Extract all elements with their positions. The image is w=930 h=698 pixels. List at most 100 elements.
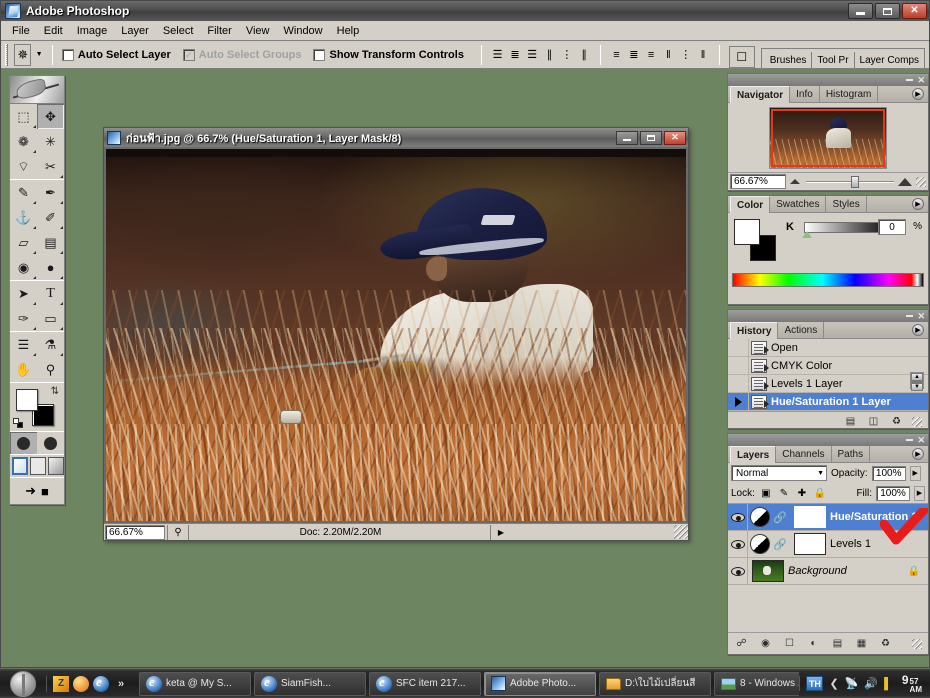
history-state-hue-saturation-1-layer[interactable]: Hue/Saturation 1 Layer [728,393,928,411]
tool-hand[interactable]: ✋ [10,357,37,382]
language-indicator[interactable]: TH [806,676,824,691]
tool-preset-dropdown[interactable]: ▼ [35,44,43,66]
layer-link-icon[interactable]: 🔗 [770,531,790,557]
menu-filter[interactable]: Filter [200,23,238,39]
quicklaunch-ie-icon[interactable] [93,674,109,692]
opacity-field[interactable]: 100% [871,465,906,481]
color-spectrum-ramp[interactable] [732,273,924,287]
document-minimize-button[interactable] [616,130,638,145]
add-layer-mask-icon[interactable]: ☐ [782,637,797,651]
tab-paths[interactable]: Paths [832,446,871,462]
palette-menu-icon[interactable]: ▶ [912,198,924,210]
tool-notes[interactable]: ☰ [10,332,37,357]
minimize-icon[interactable] [906,439,914,441]
fill-slider-button[interactable]: ▶ [914,485,925,501]
lock-image-pixels-icon[interactable]: ✎ [777,486,791,500]
full-screen-with-menubar-button[interactable] [30,457,47,475]
tab-navigator[interactable]: Navigator [730,86,791,103]
distribute-bottom-edges-button[interactable]: ≡ [644,45,657,65]
history-state-cmyk-color[interactable]: CMYK Color [728,357,928,375]
menu-image[interactable]: Image [70,23,115,39]
document-resize-grip[interactable] [674,525,688,539]
taskbar-clock[interactable]: 9 57 AM [898,673,930,694]
layer-row-levels-1[interactable]: 🔗 Levels 1 [728,531,928,558]
menu-layer[interactable]: Layer [114,23,156,39]
history-state-open[interactable]: Open [728,339,928,357]
close-icon[interactable]: ✕ [917,436,925,445]
lock-transparent-pixels-icon[interactable]: ▣ [759,486,773,500]
taskbar-item-windows-viewer[interactable]: 8 - Windows ... [714,671,800,696]
background-layer-thumbnail[interactable] [752,560,784,582]
distribute-right-edges-button[interactable]: ‖ [696,45,709,65]
tool-eraser[interactable]: ▱ [10,230,37,255]
distribute-horizontal-centers-button[interactable]: ⋮ [679,45,692,65]
document-restore-button[interactable] [640,130,662,145]
auto-select-layer-checkbox[interactable] [61,48,74,61]
zoom-in-icon[interactable] [898,177,912,186]
create-document-from-state-icon[interactable]: ▤ [843,415,858,429]
align-right-edges-button[interactable]: ∥ [578,45,591,65]
layer-link-icon[interactable]: 🔗 [770,504,790,530]
history-current-state-marker[interactable] [728,393,749,410]
history-scrollbar[interactable]: ▲ ▼ [910,372,924,391]
toolbox-header-logo[interactable] [10,76,64,104]
tab-histogram[interactable]: Histogram [820,86,879,102]
scroll-down-button[interactable]: ▼ [911,383,923,391]
tab-color[interactable]: Color [730,196,771,213]
restore-button[interactable] [875,3,900,19]
zoom-out-icon[interactable] [790,179,800,185]
navigator-zoom-slider[interactable] [790,175,912,189]
close-button[interactable]: ✕ [902,3,927,19]
layer-style-icon[interactable]: ◉ [758,637,773,651]
imageready-icon[interactable]: ■ [41,484,49,499]
new-group-icon[interactable]: ▤ [830,637,845,651]
tab-actions[interactable]: Actions [778,322,825,338]
layer-mask-thumbnail[interactable] [794,533,826,555]
document-titlebar[interactable]: ก่อนฟ้า.jpg @ 66.7% (Hue/Saturation 1, L… [104,128,688,147]
minimize-icon[interactable] [906,315,914,317]
taskbar-item-keta[interactable]: keta @ My S... [139,671,251,696]
color-k-slider-knob[interactable] [802,231,812,238]
taskbar-item-folder[interactable]: D:\ใบไม้เปลี่ยนสี [599,671,711,696]
quicklaunch-media-icon[interactable] [73,675,89,692]
start-button[interactable] [4,670,42,698]
tool-history-brush[interactable]: ✐ [37,205,64,230]
tool-slice[interactable]: ✂ [37,154,64,179]
well-tab-tool-presets[interactable]: Tool Pr [812,51,855,68]
tool-eyedropper[interactable]: ⚗ [37,332,64,357]
tool-path-selection[interactable]: ➤ [10,281,37,306]
document-close-button[interactable]: ✕ [664,130,686,145]
lock-all-icon[interactable]: 🔒 [813,486,827,500]
layers-palette-bar[interactable]: ✕ [728,434,928,446]
link-layers-icon[interactable]: ☍ [734,637,749,651]
close-icon[interactable]: ✕ [917,76,925,85]
taskbar-item-sfc-item[interactable]: SFC item 217... [369,671,481,696]
adjustment-layer-thumbnail[interactable] [750,507,770,527]
tab-layers[interactable]: Layers [730,446,777,463]
tool-crop[interactable]: ⌔ [10,154,37,179]
color-k-value-field[interactable]: 0 [878,219,906,235]
layer-visibility-toggle[interactable] [728,558,748,584]
layer-visibility-toggle[interactable] [728,504,748,530]
taskbar-item-adobe-photoshop[interactable]: Adobe Photo... [484,671,596,696]
jump-to-imageready-button[interactable]: ☐ [728,45,755,68]
tool-pen[interactable]: ✑ [10,306,37,331]
palette-menu-icon[interactable]: ▶ [912,88,924,100]
align-bottom-edges-button[interactable]: ☰ [526,45,539,65]
menu-edit[interactable]: Edit [37,23,70,39]
navigator-resize-grip[interactable] [916,176,926,187]
layer-visibility-toggle[interactable] [728,531,748,557]
tool-blur[interactable]: ◉ [10,255,37,280]
volume-icon[interactable]: 🔊 [864,677,878,690]
layer-row-background[interactable]: Background 🔒 [728,558,928,585]
default-colors-icon[interactable] [13,418,23,428]
fill-field[interactable]: 100% [876,485,910,501]
show-transform-controls-checkbox[interactable] [313,48,326,61]
distribute-left-edges-button[interactable]: ‖ [662,45,675,65]
tab-styles[interactable]: Styles [826,196,867,212]
navigator-palette-bar[interactable]: ✕ [728,74,928,86]
navigator-slider-knob[interactable] [851,175,859,188]
layers-resize-grip[interactable] [912,638,922,649]
layer-row-hue-saturation-1[interactable]: 🔗 Hue/Saturation 1 [728,504,928,531]
history-palette-bar[interactable]: ✕ [728,310,928,322]
